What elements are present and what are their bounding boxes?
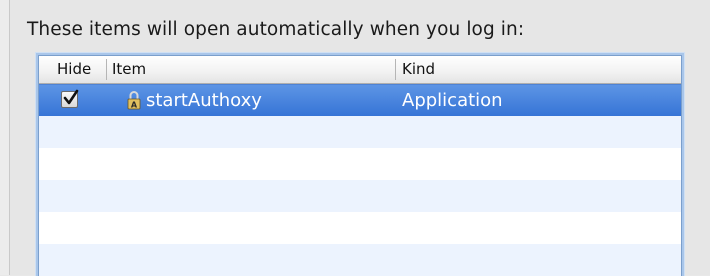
table-row[interactable]: A startAuthoxy Application xyxy=(39,84,681,116)
table-row-empty xyxy=(39,148,681,180)
column-header-item[interactable]: Item xyxy=(112,56,146,83)
column-divider[interactable] xyxy=(395,59,396,80)
login-items-heading: These items will open automatically when… xyxy=(27,19,525,40)
lock-icon: A xyxy=(127,91,141,110)
left-pane-edge xyxy=(0,0,10,275)
table-row-empty xyxy=(39,212,681,244)
table-row-empty xyxy=(39,116,681,148)
login-items-panel: These items will open automatically when… xyxy=(10,0,710,276)
table-row-empty xyxy=(39,244,681,276)
column-divider[interactable] xyxy=(106,59,107,80)
column-header-hide[interactable]: Hide xyxy=(57,56,91,83)
hide-checkbox[interactable] xyxy=(61,89,79,108)
login-items-table[interactable]: Hide Item Kind A startAuthoxy Applicatio… xyxy=(38,55,682,276)
column-header-kind[interactable]: Kind xyxy=(402,56,435,83)
checkmark-icon xyxy=(63,89,79,105)
table-row-empty xyxy=(39,180,681,212)
item-name: startAuthoxy xyxy=(146,90,262,111)
item-kind: Application xyxy=(402,90,503,111)
svg-text:A: A xyxy=(131,101,138,110)
table-header: Hide Item Kind xyxy=(39,56,681,84)
